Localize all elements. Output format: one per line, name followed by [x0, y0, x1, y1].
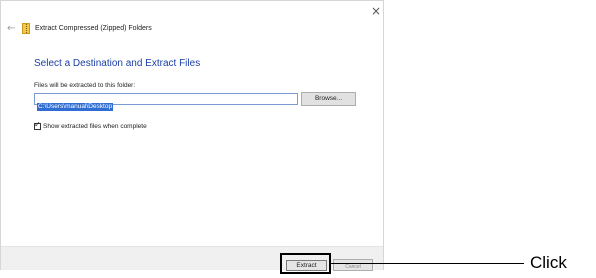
callout-label: Click: [530, 253, 567, 272]
page-heading: Select a Destination and Extract Files: [34, 58, 201, 69]
callout-highlight-box: [280, 253, 331, 274]
callout-leader-line: [331, 263, 524, 264]
checkmark-icon: ✓: [34, 120, 41, 129]
back-arrow-icon[interactable]: ←: [7, 24, 15, 34]
cancel-button[interactable]: Cancel: [333, 259, 373, 271]
destination-path-input[interactable]: C:\Users\manual\Desktop: [34, 93, 298, 111]
destination-folder-label: Files will be extracted to this folder:: [34, 82, 136, 89]
close-icon[interactable]: ×: [370, 5, 382, 17]
zip-folder-icon: [22, 23, 30, 34]
show-extracted-files-checkbox[interactable]: ✓: [34, 120, 41, 130]
extract-dialog: × ← Extract Compressed (Zipped) Folders …: [0, 0, 384, 270]
destination-path-value: C:\Users\manual\Desktop: [37, 103, 114, 111]
show-extracted-files-label[interactable]: Show extracted files when complete: [43, 122, 147, 131]
dialog-title: Extract Compressed (Zipped) Folders: [35, 25, 152, 32]
browse-button[interactable]: Browse...: [301, 92, 356, 106]
